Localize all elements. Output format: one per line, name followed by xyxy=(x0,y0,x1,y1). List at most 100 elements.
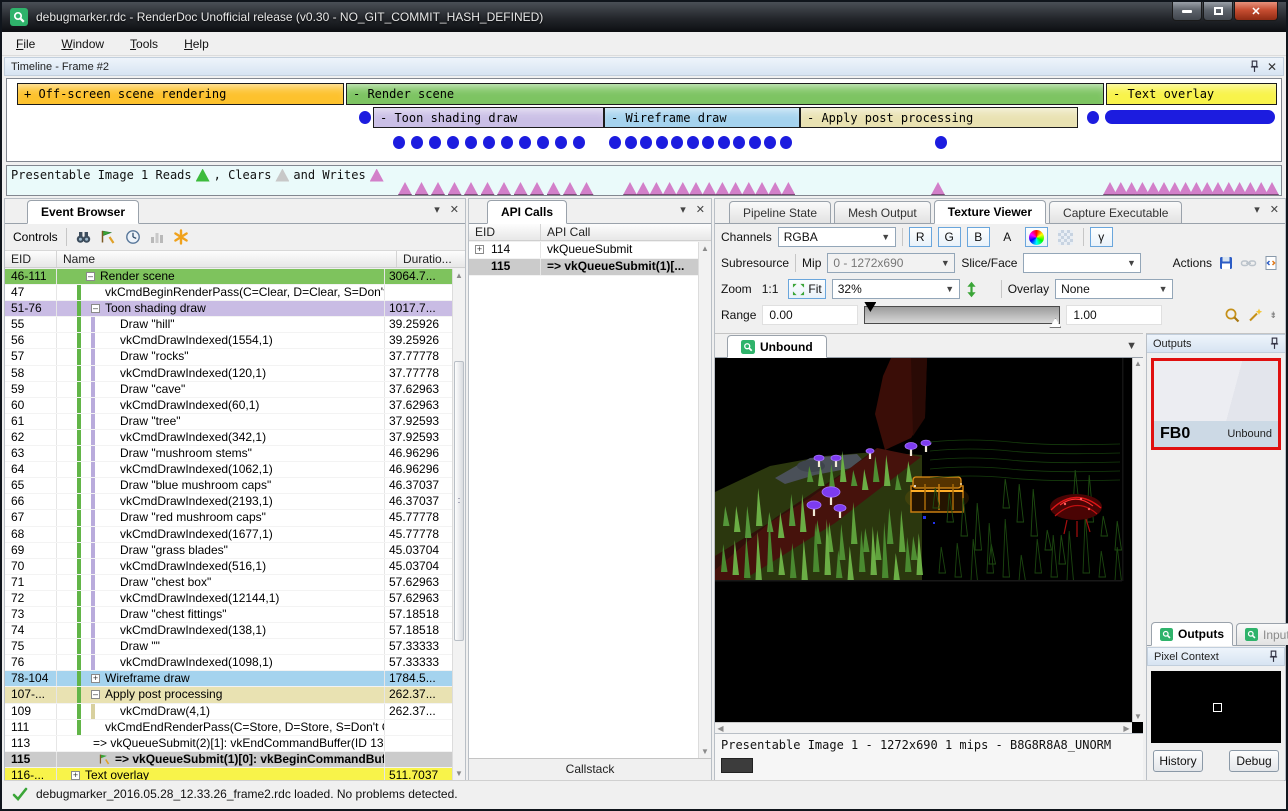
tree-expander[interactable]: + xyxy=(475,245,484,254)
texture-list-icon[interactable]: ▼ xyxy=(1126,340,1137,352)
tab-mesh-output[interactable]: Mesh Output xyxy=(834,201,931,223)
channel-b-button[interactable]: B xyxy=(967,227,990,247)
timeline-draw-dot[interactable] xyxy=(501,136,513,149)
range-min-input[interactable]: 0.00 xyxy=(762,305,858,325)
timeline-draw-dot[interactable] xyxy=(465,136,477,149)
timeline-event-pill[interactable] xyxy=(1105,110,1275,124)
table-row[interactable]: 109vkCmdDraw(4,1)262.37... xyxy=(5,704,452,720)
timeline-draw-dot[interactable] xyxy=(656,136,668,149)
timeline-draw-dot[interactable] xyxy=(702,136,714,149)
channel-a-button[interactable]: A xyxy=(996,227,1019,247)
texture-preview-image[interactable] xyxy=(715,358,1132,725)
timeline-draw-dot[interactable] xyxy=(718,136,730,149)
table-row[interactable]: 116-...+Text overlay511.7037 xyxy=(5,768,452,780)
pin-icon[interactable] xyxy=(1270,337,1279,350)
timeline-draw-dot[interactable] xyxy=(733,136,745,149)
timeline-draw-dot[interactable] xyxy=(447,136,459,149)
table-row[interactable]: 57Draw "rocks"37.77778 xyxy=(5,349,452,365)
col-eid[interactable]: EID xyxy=(469,224,541,240)
expand-range-controls-icon[interactable]: ⇟ xyxy=(1269,310,1277,321)
timeline-event-dot[interactable] xyxy=(1087,111,1099,124)
timeline-draw-dot[interactable] xyxy=(393,136,405,149)
timeline-draw-dot[interactable] xyxy=(519,136,531,149)
table-row[interactable]: 60vkCmdDrawIndexed(60,1)37.62963 xyxy=(5,398,452,414)
bookmark-icon[interactable] xyxy=(173,229,189,245)
timeline-draw-dot[interactable] xyxy=(573,136,585,149)
menu-file[interactable]: File xyxy=(16,37,35,51)
table-row[interactable]: 76vkCmdDrawIndexed(1098,1)57.33333 xyxy=(5,655,452,671)
table-row[interactable]: 64vkCmdDrawIndexed(1062,1)46.96296 xyxy=(5,462,452,478)
timeline-draw-dot[interactable] xyxy=(429,136,441,149)
mip-select[interactable]: 0 - 1272x690▼ xyxy=(827,253,955,273)
timeline-marker-2[interactable]: - Text overlay xyxy=(1106,83,1277,105)
timeline-draw-dot[interactable] xyxy=(537,136,549,149)
open-link-icon[interactable] xyxy=(1240,255,1257,271)
table-row[interactable]: 66vkCmdDrawIndexed(2193,1)46.37037 xyxy=(5,494,452,510)
channel-r-button[interactable]: R xyxy=(909,227,932,247)
tab-outputs[interactable]: Outputs xyxy=(1151,622,1233,646)
timeline-draw-dot[interactable] xyxy=(780,136,792,149)
col-eid[interactable]: EID xyxy=(5,251,57,267)
alpha-checker-button[interactable] xyxy=(1054,227,1077,247)
table-row[interactable]: 55Draw "hill"39.25926 xyxy=(5,317,452,333)
maximize-button[interactable] xyxy=(1203,2,1233,21)
col-name[interactable]: Name xyxy=(57,251,397,267)
duration-column-icon[interactable] xyxy=(149,229,165,245)
table-row[interactable]: 56vkCmdDrawIndexed(1554,1)39.25926 xyxy=(5,333,452,349)
tab-unbound-texture[interactable]: Unbound xyxy=(727,335,827,358)
panel-menu-icon[interactable]: ▾ xyxy=(680,203,686,216)
tab-texture-viewer[interactable]: Texture Viewer xyxy=(934,200,1046,224)
pixel-debug-button[interactable]: Debug xyxy=(1229,750,1279,772)
pin-icon[interactable] xyxy=(1269,650,1278,663)
close-panel-icon[interactable]: ✕ xyxy=(1267,60,1277,74)
timeline-draw-dot[interactable] xyxy=(555,136,567,149)
table-row[interactable]: 67Draw "red mushroom caps"45.77778 xyxy=(5,510,452,526)
table-row[interactable]: 62vkCmdDrawIndexed(342,1)37.92593 xyxy=(5,430,452,446)
range-white-point-handle[interactable] xyxy=(1049,318,1061,328)
timeline-submarker-2[interactable]: - Apply post processing xyxy=(800,107,1078,128)
pin-icon[interactable] xyxy=(1250,60,1259,73)
timeline-marker-0[interactable]: + Off-screen scene rendering xyxy=(17,83,344,105)
callstack-section[interactable]: Callstack xyxy=(469,758,711,780)
panel-menu-icon[interactable]: ▾ xyxy=(1254,203,1260,216)
gamma-button[interactable]: γ xyxy=(1090,227,1113,247)
timeline-draw-dot[interactable] xyxy=(625,136,637,149)
jump-to-marker-icon[interactable] xyxy=(100,229,117,245)
zoom-fit-button[interactable]: Fit xyxy=(788,279,825,299)
table-row[interactable]: 70vkCmdDrawIndexed(516,1)45.03704 xyxy=(5,559,452,575)
menu-window[interactable]: Window xyxy=(61,37,104,51)
timeline-marker-1[interactable]: - Render scene xyxy=(346,83,1104,105)
pixel-context-view[interactable] xyxy=(1151,671,1281,743)
channels-select[interactable]: RGBA▼ xyxy=(778,227,896,247)
table-row[interactable]: 115=> vkQueueSubmit(1)[... xyxy=(469,259,698,276)
tab-pipeline-state[interactable]: Pipeline State xyxy=(729,201,831,223)
timeline-submarker-0[interactable]: - Toon shading draw xyxy=(373,107,604,128)
texture-viewport[interactable]: ▲ ▼ ◀ ▶ xyxy=(715,358,1143,733)
timeline-draw-dot[interactable] xyxy=(411,136,423,149)
range-slider[interactable] xyxy=(864,306,1060,324)
table-row[interactable]: 74vkCmdDrawIndexed(138,1)57.18518 xyxy=(5,623,452,639)
table-row[interactable]: 115=> vkQueueSubmit(1)[0]: vkBeginComman… xyxy=(5,752,452,768)
tree-expander[interactable]: – xyxy=(91,690,100,699)
table-row[interactable]: 73Draw "chest fittings"57.18518 xyxy=(5,607,452,623)
table-row[interactable]: 78-104+Wireframe draw1784.5... xyxy=(5,671,452,687)
timeline-draw-dot[interactable] xyxy=(764,136,776,149)
table-row[interactable]: 71Draw "chest box"57.62963 xyxy=(5,575,452,591)
table-row[interactable]: 111vkCmdEndRenderPass(C=Store, D=Store, … xyxy=(5,720,452,736)
slice-face-select[interactable]: ▼ xyxy=(1023,253,1141,273)
timeline-draw-dot[interactable] xyxy=(609,136,621,149)
table-row[interactable]: 69Draw "grass blades"45.03704 xyxy=(5,543,452,559)
menu-tools[interactable]: Tools xyxy=(130,37,158,51)
timeline-track[interactable]: + Off-screen scene rendering- Render sce… xyxy=(6,78,1282,162)
close-button[interactable]: ✕ xyxy=(1234,2,1278,21)
tree-expander[interactable]: – xyxy=(86,272,95,281)
col-api-call[interactable]: API Call xyxy=(541,224,711,240)
api-calls-scrollbar[interactable]: ▲ ▼ xyxy=(698,242,711,758)
table-row[interactable]: 114+vkQueueSubmit xyxy=(469,242,698,259)
output-fb0-thumbnail[interactable]: FB0 Unbound xyxy=(1151,358,1281,450)
zoom-level-select[interactable]: 32%▼ xyxy=(832,279,960,299)
table-row[interactable]: 47vkCmdBeginRenderPass(C=Clear, D=Clear,… xyxy=(5,285,452,301)
panel-close-icon[interactable]: ✕ xyxy=(696,203,705,216)
texture-vscroll[interactable]: ▲ ▼ xyxy=(1132,358,1143,722)
tab-inputs[interactable]: Inputs xyxy=(1236,623,1288,645)
